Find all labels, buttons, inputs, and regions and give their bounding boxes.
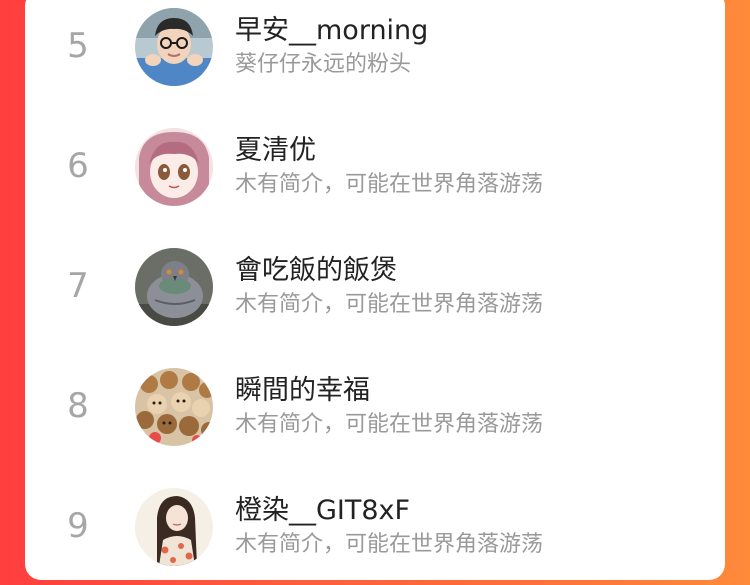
rank-number: 9 — [67, 506, 89, 546]
user-bio: 木有简介，可能在世界角落游荡 — [235, 172, 544, 197]
ranking-item[interactable]: 7 會吃飯的飯煲 木有简介，可能在世界角落游荡 — [25, 230, 725, 350]
user-name[interactable]: 橙染__GIT8xF — [235, 488, 410, 527]
rank-number: 6 — [67, 146, 89, 186]
ranking-list: 5 早安__morning 葵仔仔永远的粉头 6 夏清优 木有简介，可能在世界角… — [25, 0, 725, 580]
user-bio: 木有简介，可能在世界角落游荡 — [235, 412, 544, 437]
rank-number: 8 — [67, 386, 89, 426]
user-bio: 木有简介，可能在世界角落游荡 — [235, 292, 544, 317]
user-name[interactable]: 夏清优 — [235, 128, 316, 167]
avatar-boy-photo-icon[interactable] — [135, 8, 213, 86]
user-name[interactable]: 早安__morning — [235, 8, 428, 47]
user-bio: 葵仔仔永远的粉头 — [235, 52, 412, 77]
avatar-anime-girl-icon[interactable] — [135, 128, 213, 206]
user-bio: 木有简介，可能在世界角落游荡 — [235, 532, 544, 557]
user-name[interactable]: 瞬間的幸福 — [235, 368, 370, 407]
ranking-item[interactable]: 8 瞬間的幸福 木有简介，可能在世界角落游荡 — [25, 350, 725, 470]
ranking-item[interactable]: 5 早安__morning 葵仔仔永远的粉头 — [25, 0, 725, 110]
rank-number: 5 — [67, 26, 89, 66]
avatar-illustrated-girl-icon[interactable] — [135, 488, 213, 566]
ranking-panel: 5 早安__morning 葵仔仔永远的粉头 6 夏清优 木有简介，可能在世界角… — [25, 0, 725, 580]
ranking-item[interactable]: 9 橙染__GIT8xF 木有简介，可能在世界角落游荡 — [25, 470, 725, 580]
avatar-pigeon-icon[interactable] — [135, 248, 213, 326]
rank-number: 7 — [67, 266, 89, 306]
avatar-teddy-bears-icon[interactable] — [135, 368, 213, 446]
user-name[interactable]: 會吃飯的飯煲 — [235, 248, 397, 287]
ranking-item[interactable]: 6 夏清优 木有简介，可能在世界角落游荡 — [25, 110, 725, 230]
